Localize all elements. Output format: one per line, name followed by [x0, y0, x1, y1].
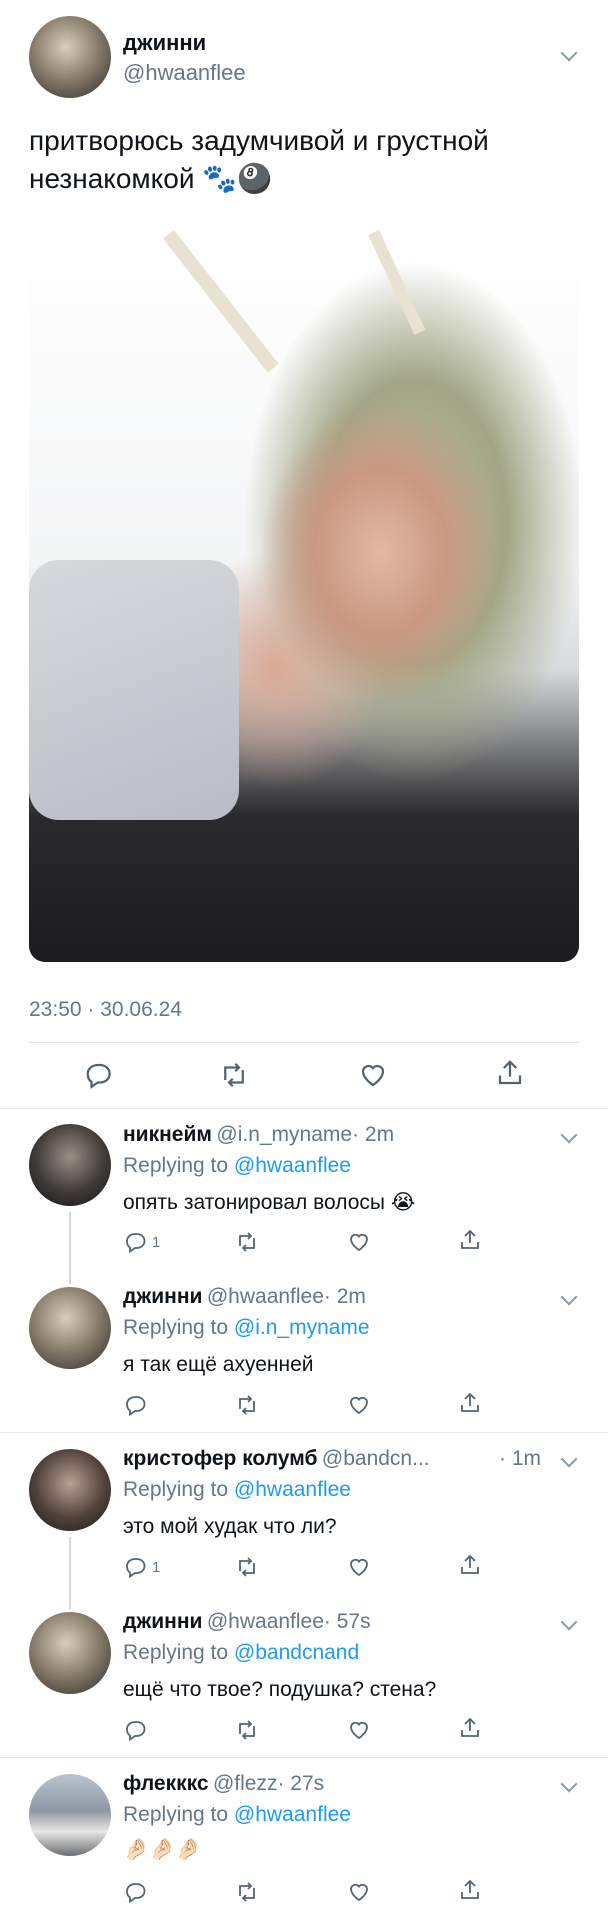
reply-avatar[interactable] [29, 1774, 111, 1856]
reply-time: · 2m [352, 1123, 395, 1146]
reply-author-name[interactable]: флекккс [123, 1772, 209, 1795]
reply-author-handle[interactable]: @i.n_myname [216, 1123, 352, 1146]
author-name[interactable]: джинни [123, 30, 206, 56]
reply-avatar[interactable] [29, 1449, 111, 1531]
replying-label: Replying to [123, 1154, 229, 1177]
reply-text: опять затонировал волосы 😭 [123, 1191, 416, 1214]
reply-text: это мой худак что ли? [123, 1515, 337, 1538]
ceiling-beam [368, 230, 426, 335]
chevron-down-icon[interactable] [560, 1613, 578, 1631]
heart-icon[interactable] [358, 1060, 388, 1090]
speech-bubble-icon[interactable] [124, 1230, 148, 1254]
replying-to: Replying to @hwaanflee [123, 1478, 351, 1502]
heart-icon[interactable] [347, 1393, 371, 1417]
speech-bubble-icon[interactable] [124, 1393, 148, 1417]
reply-avatar[interactable] [29, 1287, 111, 1369]
reply-header: никнейм @i.n_myname· 2m [123, 1123, 394, 1147]
replying-label: Replying to [123, 1641, 229, 1664]
divider [0, 1432, 608, 1433]
replying-label: Replying to [123, 1478, 229, 1501]
reply-header: джинни @hwaanflee· 2m [123, 1285, 366, 1309]
heart-icon[interactable] [347, 1555, 371, 1579]
speech-bubble-icon[interactable] [124, 1880, 148, 1904]
reply-count: 1 [152, 1234, 161, 1251]
reply-time: · 2m [323, 1285, 366, 1308]
reply-time: · 27s [277, 1772, 325, 1795]
tweet-text: притворюсь задумчивой и грустной незнако… [29, 125, 489, 194]
reply-author-handle[interactable]: @hwaanflee [207, 1610, 324, 1633]
tweet-timestamp: 23:50 · 30.06.24 [29, 998, 182, 1021]
share-icon[interactable] [458, 1228, 482, 1252]
reply-text: ещё что твое? подушка? стена? [123, 1678, 437, 1701]
share-icon[interactable] [495, 1058, 525, 1088]
divider [0, 1108, 608, 1109]
chevron-down-icon[interactable] [560, 1126, 578, 1144]
reply-text: 🤌🏻🤌🏻🤌🏻 [123, 1838, 202, 1861]
retweet-icon[interactable] [235, 1718, 259, 1742]
reply-header: флекккс @flezz· 27s [123, 1772, 324, 1796]
reply-author-handle[interactable]: @flezz [213, 1772, 278, 1795]
retweet-icon[interactable] [235, 1393, 259, 1417]
replying-to: Replying to @hwaanflee [123, 1154, 351, 1178]
reply-author-name[interactable]: кристофер колумб [123, 1447, 317, 1470]
replying-to-link[interactable]: @hwaanflee [234, 1154, 351, 1177]
replying-to: Replying to @hwaanflee [123, 1803, 351, 1827]
replying-label: Replying to [123, 1803, 229, 1826]
reply-author-handle[interactable]: @bandcn... [322, 1447, 430, 1470]
heart-icon[interactable] [347, 1718, 371, 1742]
reply-header: джинни @hwaanflee· 57s [123, 1610, 371, 1634]
divider [29, 1042, 579, 1043]
replying-to-link[interactable]: @hwaanflee [234, 1803, 351, 1826]
replying-to: Replying to @bandcnand [123, 1641, 359, 1665]
chevron-down-icon[interactable] [560, 44, 578, 62]
reply-avatar[interactable] [29, 1124, 111, 1206]
retweet-icon[interactable] [219, 1060, 249, 1090]
speech-bubble-icon[interactable] [124, 1718, 148, 1742]
author-handle[interactable]: @hwaanflee [123, 60, 246, 86]
reply-count: 1 [152, 1559, 161, 1576]
replying-to-link[interactable]: @hwaanflee [234, 1478, 351, 1501]
heart-icon[interactable] [347, 1880, 371, 1904]
replying-to-link[interactable]: @bandcnand [234, 1641, 359, 1664]
replying-label: Replying to [123, 1316, 229, 1339]
thread-line [69, 1537, 71, 1609]
retweet-icon[interactable] [235, 1230, 259, 1254]
chevron-down-icon[interactable] [560, 1288, 578, 1306]
ceiling-beam [162, 230, 279, 373]
reply-author-name[interactable]: никнейм [123, 1123, 212, 1146]
replying-to: Replying to @i.n_myname [123, 1316, 370, 1340]
share-icon[interactable] [458, 1553, 482, 1577]
share-icon[interactable] [458, 1716, 482, 1740]
reply-time: · 1m [499, 1447, 541, 1470]
reply-text: я так ещё ахуенней [123, 1353, 314, 1376]
retweet-icon[interactable] [235, 1880, 259, 1904]
chevron-down-icon[interactable] [560, 1450, 578, 1468]
heart-icon[interactable] [347, 1230, 371, 1254]
speech-bubble-icon[interactable] [84, 1060, 114, 1090]
tweet-photo[interactable] [29, 230, 579, 962]
reply-author-handle[interactable]: @hwaanflee [207, 1285, 324, 1308]
speech-bubble-icon[interactable] [124, 1555, 148, 1579]
share-icon[interactable] [458, 1391, 482, 1415]
pillow [29, 560, 239, 820]
chevron-down-icon[interactable] [560, 1775, 578, 1793]
reply-author-name[interactable]: джинни [123, 1610, 202, 1633]
reply-avatar[interactable] [29, 1612, 111, 1694]
share-icon[interactable] [458, 1878, 482, 1902]
replying-to-link[interactable]: @i.n_myname [234, 1316, 370, 1339]
divider [0, 1757, 608, 1758]
thread-line [69, 1212, 71, 1284]
author-avatar[interactable] [29, 16, 111, 98]
reply-author-name[interactable]: джинни [123, 1285, 202, 1308]
reply-header: кристофер колумб @bandcn... [123, 1447, 430, 1471]
reply-time: · 57s [323, 1610, 371, 1633]
retweet-icon[interactable] [235, 1555, 259, 1579]
